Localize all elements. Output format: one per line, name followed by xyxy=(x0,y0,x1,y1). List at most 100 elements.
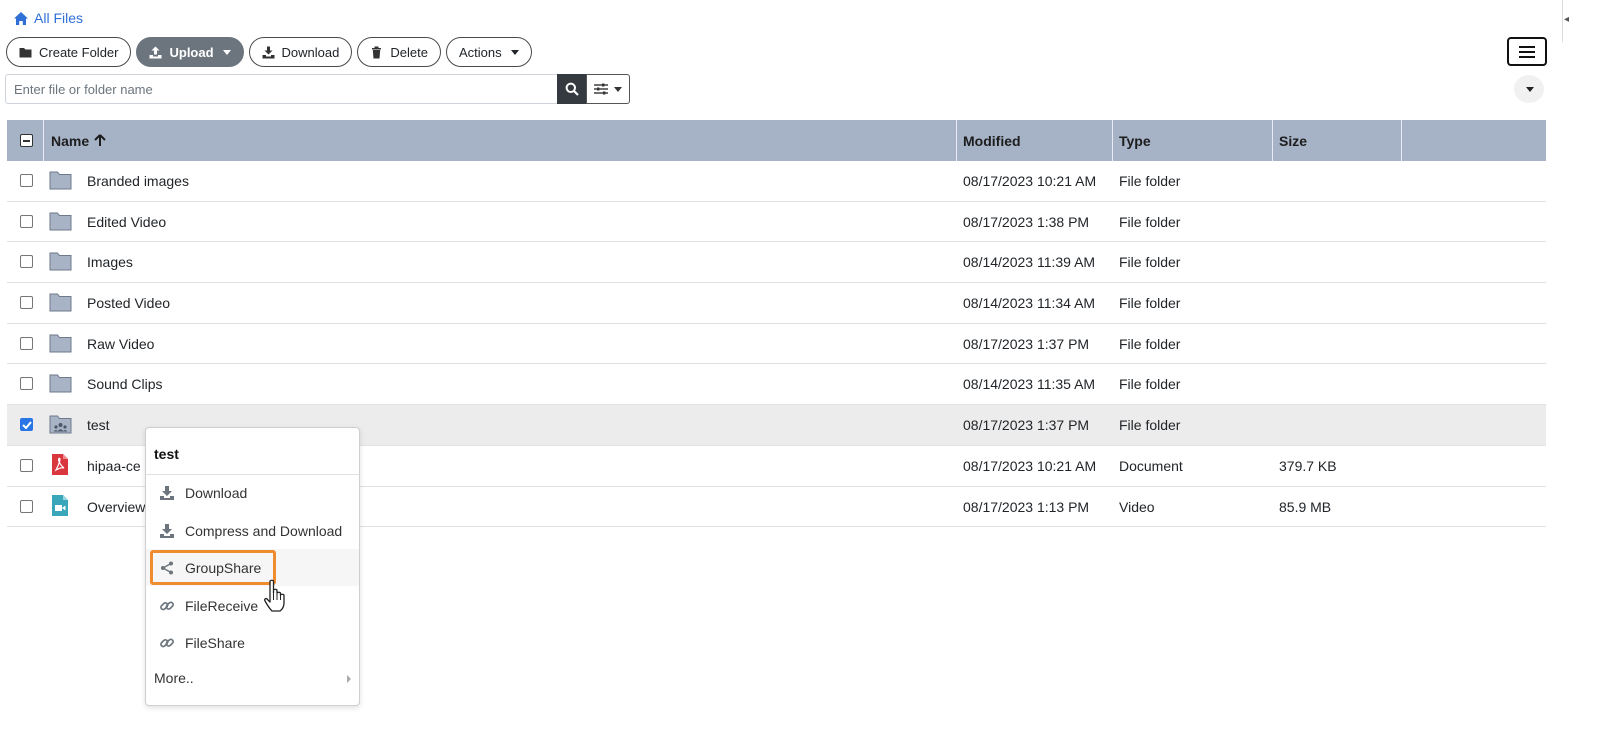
upload-label: Upload xyxy=(169,44,214,60)
column-header-type[interactable]: Type xyxy=(1112,120,1272,161)
row-checkbox[interactable] xyxy=(20,255,33,269)
file-modified: 08/17/2023 1:37 PM xyxy=(963,335,1090,352)
file-name[interactable]: hipaa-ce xyxy=(87,458,141,474)
file-type: File folder xyxy=(1119,335,1181,352)
file-type: File folder xyxy=(1119,295,1181,312)
file-name[interactable]: Branded images xyxy=(87,173,189,189)
column-header-modified[interactable]: Modified xyxy=(956,120,1112,161)
column-header-size[interactable]: Size xyxy=(1272,120,1401,161)
row-checkbox[interactable] xyxy=(20,336,33,350)
table-row[interactable]: Raw Video 08/17/2023 1:37 PM File folder xyxy=(7,324,1546,365)
sliders-icon xyxy=(594,83,608,95)
file-size: 85.9 MB xyxy=(1279,498,1332,515)
create-folder-label: Create Folder xyxy=(39,44,119,60)
caret-down-icon xyxy=(510,49,519,55)
video-file-icon xyxy=(51,494,69,517)
context-menu-label: GroupShare xyxy=(185,559,262,576)
row-checkbox[interactable] xyxy=(20,418,33,432)
file-name[interactable]: Raw Video xyxy=(87,336,154,352)
folder-icon xyxy=(49,251,72,271)
filter-options-button[interactable] xyxy=(586,74,630,104)
trash-icon xyxy=(370,46,383,59)
row-checkbox[interactable] xyxy=(20,499,33,513)
caret-down-icon xyxy=(222,49,231,55)
context-menu-title: test xyxy=(154,446,179,462)
share-icon xyxy=(159,560,175,576)
file-modified: 08/14/2023 11:35 AM xyxy=(963,376,1096,393)
shared-folder-icon xyxy=(49,414,72,434)
context-menu-filereceive[interactable]: FileReceive xyxy=(146,587,359,624)
row-checkbox[interactable] xyxy=(20,214,33,228)
folder-icon xyxy=(19,46,32,59)
context-menu-compress-download[interactable]: Compress and Download xyxy=(146,512,359,549)
file-name[interactable]: Edited Video xyxy=(87,214,166,230)
download-label: Download xyxy=(281,44,340,60)
breadcrumb-all-files[interactable]: All Files xyxy=(13,10,83,26)
caret-down-icon xyxy=(1526,86,1534,92)
row-checkbox[interactable] xyxy=(20,377,33,391)
delete-label: Delete xyxy=(390,44,428,60)
view-options-dropdown[interactable] xyxy=(1514,75,1544,103)
table-header: Name Modified Type Size xyxy=(7,120,1546,161)
file-name[interactable]: Images xyxy=(87,254,133,270)
context-menu-fileshare[interactable]: FileShare xyxy=(146,624,359,661)
table-row[interactable]: Branded images 08/17/2023 10:21 AM File … xyxy=(7,161,1546,202)
select-all-checkbox[interactable] xyxy=(13,120,33,161)
folder-icon xyxy=(49,373,72,393)
row-checkbox[interactable] xyxy=(20,174,33,187)
file-name[interactable]: Sound Clips xyxy=(87,376,163,392)
file-type: File folder xyxy=(1119,213,1181,230)
file-name[interactable]: Overview xyxy=(87,499,145,515)
home-icon xyxy=(13,11,29,26)
collapse-left-icon[interactable]: ◂ xyxy=(1564,14,1569,25)
arrow-up-icon xyxy=(94,134,106,147)
column-header-name[interactable]: Name xyxy=(44,120,956,161)
table-row[interactable]: Images 08/14/2023 11:39 AM File folder xyxy=(7,242,1546,284)
file-modified: 08/17/2023 10:21 AM xyxy=(963,173,1097,189)
link-icon xyxy=(159,598,175,614)
context-menu-groupshare[interactable]: GroupShare xyxy=(146,549,359,586)
table-row[interactable]: Posted Video 08/14/2023 11:34 AM File fo… xyxy=(7,283,1546,324)
link-icon xyxy=(159,635,175,651)
table-row[interactable]: Edited Video 08/17/2023 1:38 PM File fol… xyxy=(7,202,1546,243)
actions-button[interactable]: Actions xyxy=(445,37,532,67)
size-header-label: Size xyxy=(1279,132,1308,149)
create-folder-button[interactable]: Create Folder xyxy=(6,37,132,67)
download-icon xyxy=(262,46,275,59)
search-input[interactable] xyxy=(5,74,557,104)
file-name[interactable]: test xyxy=(87,417,110,433)
folder-icon xyxy=(49,333,72,353)
hamburger-menu-button[interactable] xyxy=(1507,37,1547,66)
upload-button[interactable]: Upload xyxy=(136,37,244,67)
file-type: File folder xyxy=(1119,376,1181,393)
panel-divider xyxy=(1562,0,1563,42)
file-modified: 08/17/2023 1:37 PM xyxy=(963,417,1090,434)
context-menu-label: FileReceive xyxy=(185,597,259,614)
folder-icon xyxy=(49,170,72,190)
folder-icon xyxy=(49,292,72,312)
file-modified: 08/14/2023 11:39 AM xyxy=(963,254,1096,271)
caret-down-icon xyxy=(614,86,622,92)
search-button[interactable] xyxy=(557,74,586,104)
pdf-icon xyxy=(51,453,69,476)
row-checkbox[interactable] xyxy=(20,458,33,472)
file-name[interactable]: Posted Video xyxy=(87,295,170,311)
file-type: File folder xyxy=(1119,417,1181,434)
file-type: Video xyxy=(1119,498,1155,515)
file-modified: 08/17/2023 1:13 PM xyxy=(963,498,1090,515)
type-header-label: Type xyxy=(1119,132,1151,149)
download-button[interactable]: Download xyxy=(248,37,353,67)
context-menu-download[interactable]: Download xyxy=(146,474,359,511)
file-modified: 08/17/2023 1:38 PM xyxy=(963,213,1090,230)
context-menu-label: Compress and Download xyxy=(185,522,343,539)
download-icon xyxy=(159,485,175,501)
toolbar: Create Folder Upload Download Delete Act… xyxy=(6,37,532,67)
table-row[interactable]: Sound Clips 08/14/2023 11:35 AM File fol… xyxy=(7,364,1546,406)
folder-icon xyxy=(49,211,72,231)
delete-button[interactable]: Delete xyxy=(357,37,441,67)
context-menu-label: FileShare xyxy=(185,634,245,651)
context-menu-more[interactable]: More.. xyxy=(154,670,354,686)
row-checkbox[interactable] xyxy=(20,296,33,310)
download-icon xyxy=(159,523,175,539)
file-type: Document xyxy=(1119,457,1183,474)
